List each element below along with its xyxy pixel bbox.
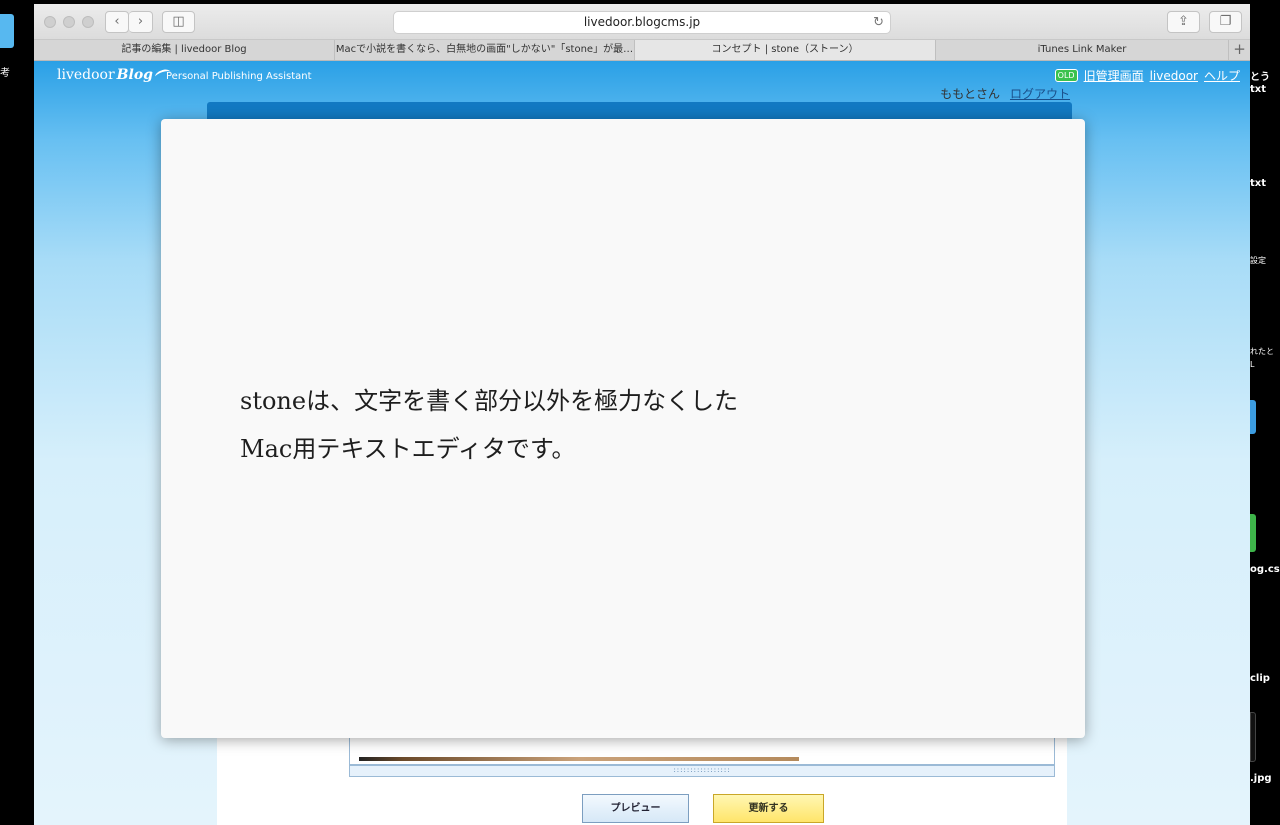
new-tab-button[interactable]: +	[1228, 40, 1250, 60]
livedoor-blog-logo[interactable]: livedoor Blog	[57, 67, 172, 83]
desktop-label[interactable]: 設定	[1250, 255, 1266, 266]
logout-link[interactable]: ログアウト	[1010, 87, 1070, 101]
title-bar: ‹ › ◫ livedoor.blogcms.jp ↻ ⇪ ❐	[34, 4, 1250, 40]
old-admin-link[interactable]: 旧管理画面	[1084, 69, 1144, 83]
tab-itunes-link-maker[interactable]: iTunes Link Maker	[935, 40, 1228, 60]
chevron-left-icon: ‹	[114, 14, 120, 29]
desktop-app-icon[interactable]	[1250, 514, 1256, 552]
modal-text: stoneは、文字を書く部分以外を極力なくした Mac用テキストエディタです。	[240, 377, 738, 473]
desktop-file-icon[interactable]	[0, 14, 14, 48]
tab-bar: 記事の編集 | livedoor Blog Macで小説を書くなら、白無地の画面…	[34, 40, 1250, 61]
url-text: livedoor.blogcms.jp	[583, 15, 701, 29]
desktop-label[interactable]: txt	[1250, 178, 1266, 189]
show-tabs-button[interactable]: ❐	[1209, 11, 1242, 33]
modal-text-line-2: Mac用テキストエディタです。	[240, 435, 576, 463]
chevron-right-icon: ›	[137, 14, 144, 29]
desktop-left: 考	[0, 0, 34, 825]
user-info: ももとさん ログアウト	[940, 85, 1070, 102]
sidebar-icon: ◫	[172, 14, 185, 29]
user-name: ももとさん	[940, 87, 1000, 101]
logo-blog-text: Blog	[116, 67, 153, 83]
tabs-icon: ❐	[1219, 14, 1232, 29]
preview-button[interactable]: プレビュー	[582, 794, 689, 823]
close-window-button[interactable]	[44, 16, 56, 28]
update-button[interactable]: 更新する	[713, 794, 824, 823]
desktop-label[interactable]: og.css	[1250, 564, 1280, 575]
desktop-label[interactable]: .jpg	[1250, 773, 1272, 784]
embedded-image-strip	[359, 757, 799, 761]
desktop-label: 考	[0, 68, 10, 79]
tab-stone-concept[interactable]: コンセプト | stone（ストーン）	[634, 40, 935, 60]
desktop-label[interactable]: とう	[1250, 68, 1270, 83]
modal-text-line-1: stoneは、文字を書く部分以外を極力なくした	[240, 387, 739, 415]
header-links: OLD 旧管理画面 livedoor ヘルプ	[1054, 67, 1240, 84]
desktop-label[interactable]: clip	[1250, 673, 1270, 684]
forward-button[interactable]: ›	[129, 11, 153, 33]
old-badge: OLD	[1054, 69, 1078, 82]
reload-icon[interactable]: ↻	[873, 12, 884, 33]
back-button[interactable]: ‹	[105, 11, 129, 33]
browser-window: ‹ › ◫ livedoor.blogcms.jp ↻ ⇪ ❐ 記事の編集 | …	[34, 4, 1250, 825]
desktop-image-icon[interactable]	[1250, 712, 1256, 762]
zoom-window-button[interactable]	[82, 16, 94, 28]
share-icon: ⇪	[1178, 14, 1189, 29]
help-link[interactable]: ヘルプ	[1204, 69, 1240, 83]
desktop-label[interactable]: txt	[1250, 84, 1266, 95]
address-bar[interactable]: livedoor.blogcms.jp ↻	[393, 11, 891, 34]
tab-stone-article[interactable]: Macで小説を書くなら、白無地の画面"しかない"「stone」が最…	[334, 40, 634, 60]
logo-text: livedoor	[57, 67, 115, 83]
editor-resize-handle[interactable]: :::::::::::::::::	[349, 765, 1055, 777]
minimize-window-button[interactable]	[63, 16, 75, 28]
desktop-label[interactable]: れたと	[1250, 346, 1274, 357]
desktop-right: とう txt txt 設定 れたと L og.css clip .jpg	[1250, 0, 1280, 825]
sidebar-toggle-button[interactable]: ◫	[162, 11, 195, 33]
stone-preview-modal: stoneは、文字を書く部分以外を極力なくした Mac用テキストエディタです。	[161, 119, 1085, 738]
page-content: livedoor Blog Personal Publishing Assista…	[34, 61, 1250, 825]
tagline: Personal Publishing Assistant	[166, 71, 312, 82]
tab-blog-edit[interactable]: 記事の編集 | livedoor Blog	[34, 40, 334, 60]
livedoor-link[interactable]: livedoor	[1150, 69, 1198, 83]
desktop-label[interactable]: L	[1250, 360, 1254, 369]
desktop-folder-icon[interactable]	[1250, 400, 1256, 434]
share-button[interactable]: ⇪	[1167, 11, 1200, 33]
